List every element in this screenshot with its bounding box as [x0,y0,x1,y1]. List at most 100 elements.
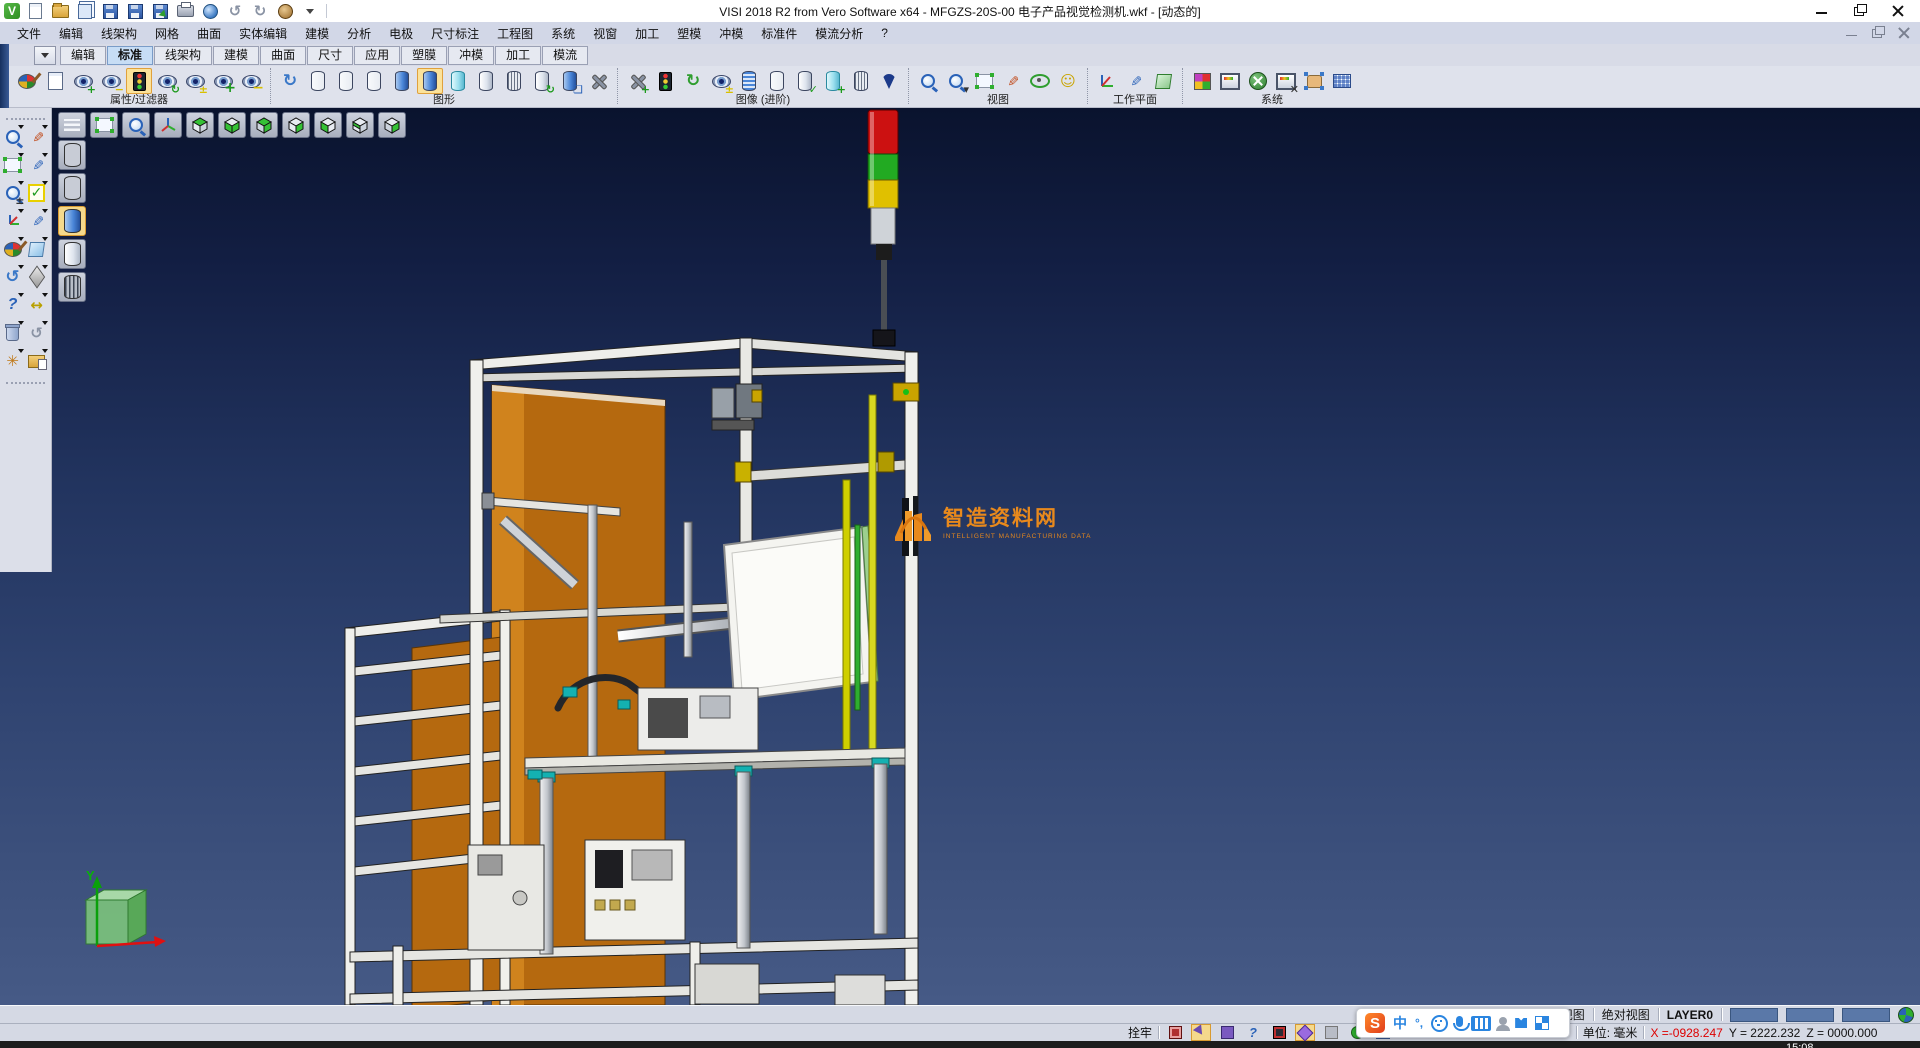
advanced-refresh-icon[interactable]: ↻ [680,68,706,94]
system-tools-icon[interactable] [1245,68,1271,94]
menu-item-help[interactable]: ? [872,24,897,42]
layer-label[interactable]: LAYER0 [1667,1008,1713,1022]
show-all-icon[interactable]: + [210,68,236,94]
tab-dropdown-button[interactable] [34,46,56,65]
redo-icon[interactable]: ↻ [251,3,269,19]
mdi-close-button[interactable] [1898,28,1910,38]
absolute-view-label[interactable]: 绝对视图 [1602,1006,1650,1023]
iso-view-icon[interactable] [186,112,214,138]
menu-item-system[interactable]: 系统 [542,23,584,44]
show-add-icon[interactable]: + [70,68,96,94]
menu-item-electrode[interactable]: 电极 [380,23,422,44]
zoom-window-icon[interactable] [971,68,997,94]
glass-panes-icon[interactable] [26,238,48,260]
preview-icon[interactable] [201,3,219,19]
menu-item-modeling[interactable]: 建模 [296,23,338,44]
render-shaded-icon[interactable] [58,206,86,236]
regen-icon[interactable]: ↻ [277,68,303,94]
menu-item-mesh[interactable]: 网格 [146,23,188,44]
menu-item-standard-parts[interactable]: 标准件 [752,23,806,44]
microphone-icon[interactable] [1456,1016,1463,1027]
sogou-logo-icon[interactable]: S [1365,1013,1385,1033]
clip-cylinder-icon[interactable] [848,68,874,94]
menu-item-dimension[interactable]: 尺寸标注 [422,23,488,44]
render-wireframe-icon[interactable] [58,140,86,170]
solid-cube-icon[interactable] [26,266,48,288]
tab-machining[interactable]: 加工 [495,46,541,65]
mdi-restore-button[interactable] [1872,28,1884,38]
undo-icon[interactable]: ↺ [226,3,244,19]
measure-view-icon[interactable]: ✎ [999,68,1025,94]
axis-view-icon[interactable] [154,112,182,138]
add-transparent-icon[interactable]: + [820,68,846,94]
menu-item-drawing[interactable]: 工程图 [488,23,542,44]
advanced-filter-icon[interactable] [652,68,678,94]
snap-grid-icon[interactable] [1165,1024,1185,1041]
workplane-edit-icon[interactable]: ✎ [1122,68,1148,94]
refresh-visibility-icon[interactable]: ↻ [154,68,180,94]
package-snap-icon[interactable] [1269,1024,1289,1041]
tab-application[interactable]: 应用 [354,46,400,65]
grid-settings-icon[interactable] [1329,68,1355,94]
menu-item-surface[interactable]: 曲面 [188,23,230,44]
mdi-minimize-button[interactable] [1846,28,1858,38]
print-icon[interactable] [176,3,194,19]
tab-standard[interactable]: 标准 [107,46,153,65]
menu-item-machining[interactable]: 加工 [626,23,668,44]
attributes-palette-icon[interactable] [2,238,24,260]
render-quality-icon[interactable]: ☺ [1055,68,1081,94]
shade-solid-edges-icon[interactable] [417,68,443,94]
view-menu-icon[interactable] [58,112,86,138]
spline-sketch-icon[interactable]: ✎ [26,154,48,176]
shade-transparent-icon[interactable] [445,68,471,94]
tab-mold[interactable]: 塑膜 [401,46,447,65]
tab-modeling[interactable]: 建模 [213,46,259,65]
gem-snap-icon[interactable] [1295,1024,1315,1041]
render-flat-icon[interactable] [58,239,86,269]
shade-solid-icon[interactable] [389,68,415,94]
filter-traffic-light-icon[interactable] [126,68,152,94]
zoom-scene-icon[interactable] [915,68,941,94]
toggle-visibility-icon[interactable]: ± [182,68,208,94]
confirm-icon[interactable]: ✓ [26,182,48,204]
zoom-plus-icon[interactable]: ± [2,182,24,204]
recent-files-icon[interactable] [276,3,294,19]
zoom-extents-icon[interactable] [90,112,118,138]
render-mesh-icon[interactable] [58,272,86,302]
save-as-icon[interactable] [126,3,144,19]
shade-clip-icon[interactable] [501,68,527,94]
tab-wireframe[interactable]: 线架构 [154,46,212,65]
ime-language-toggle[interactable]: 中 [1393,1013,1407,1033]
shade-wireframe-icon[interactable] [305,68,331,94]
menu-item-file[interactable]: 文件 [8,23,50,44]
save-icon[interactable] [101,3,119,19]
shade-flat-icon[interactable] [473,68,499,94]
shade-dashed-icon[interactable] [361,68,387,94]
paste-folder-icon[interactable] [26,350,48,372]
dock-grip[interactable] [6,382,45,384]
shade-copy-icon[interactable]: ❏ [557,68,583,94]
orbit-view-icon[interactable] [1027,68,1053,94]
curve-sketch-icon[interactable]: ✎ [26,210,48,232]
globe-icon[interactable] [1898,1007,1914,1023]
left-view-icon[interactable] [346,112,374,138]
dynamic-zoom-icon[interactable] [2,126,24,148]
advanced-tools-icon[interactable]: + [624,68,650,94]
help-query-icon[interactable]: ? [2,294,24,316]
selection-hand-icon[interactable] [1301,68,1327,94]
minimize-button[interactable] [1816,6,1828,16]
graphics-settings-icon[interactable] [585,68,611,94]
move-axes-icon[interactable] [2,210,24,232]
front-view-icon[interactable] [282,112,310,138]
lock-label[interactable]: 拴牢 [1128,1024,1152,1041]
skin-icon[interactable] [1515,1018,1527,1028]
outline-cylinder-icon[interactable] [764,68,790,94]
menu-item-flow-analysis[interactable]: 模流分析 [806,23,872,44]
solid-snap-icon[interactable] [1321,1024,1341,1041]
entity-box-icon[interactable] [1217,1024,1237,1041]
import-icon[interactable] [76,3,94,19]
close-button[interactable] [1892,6,1904,16]
save-all-icon[interactable] [151,3,169,19]
menu-item-analysis[interactable]: 分析 [338,23,380,44]
bottom-view-icon[interactable] [250,112,278,138]
